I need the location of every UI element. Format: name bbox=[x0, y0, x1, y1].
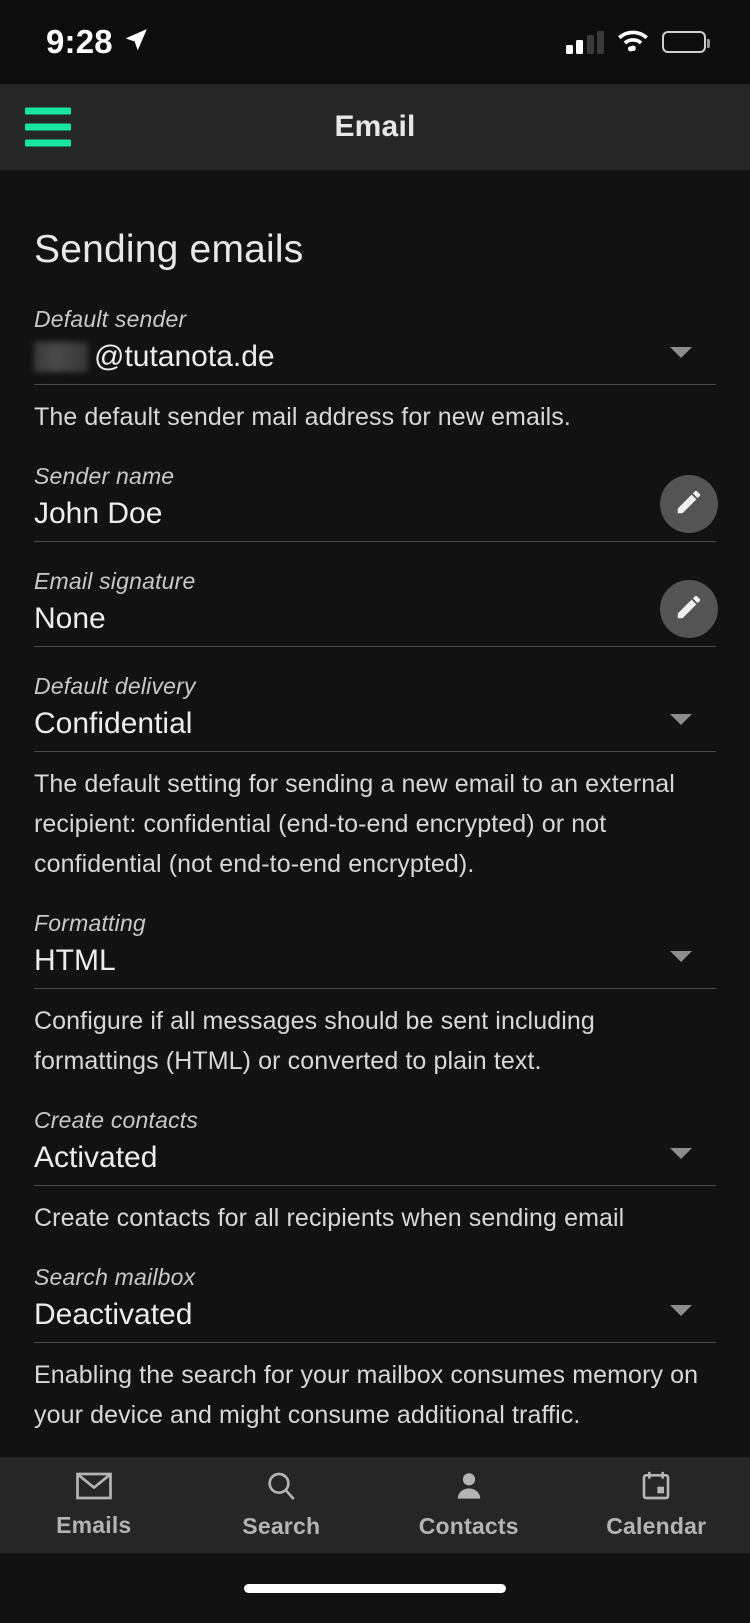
tab-emails[interactable]: Emails bbox=[0, 1457, 188, 1553]
field-value: @tutanota.de bbox=[34, 334, 275, 380]
home-indicator[interactable] bbox=[244, 1583, 506, 1593]
field-label: Create contacts bbox=[34, 1107, 199, 1133]
field-default-delivery: Default delivery Confidential The defaul… bbox=[34, 673, 716, 884]
battery-icon bbox=[662, 31, 710, 53]
field-helper-text: The default setting for sending a new em… bbox=[34, 770, 675, 878]
status-bar: 9:28 bbox=[0, 0, 750, 84]
home-indicator-area bbox=[0, 1553, 750, 1623]
redacted-email-local-part bbox=[34, 342, 88, 372]
field-label: Default delivery bbox=[34, 673, 196, 699]
tab-label: Calendar bbox=[606, 1513, 707, 1539]
tab-calendar[interactable]: Calendar bbox=[563, 1457, 750, 1553]
location-arrow-icon bbox=[123, 27, 149, 58]
field-sender-name: Sender name John Doe bbox=[34, 463, 718, 542]
chevron-down-icon[interactable] bbox=[670, 951, 692, 962]
chevron-down-icon[interactable] bbox=[670, 1305, 692, 1316]
tab-search[interactable]: Search bbox=[188, 1457, 376, 1553]
field-default-sender: Default sender @tutanota.de The default … bbox=[34, 306, 716, 437]
field-create-contacts: Create contacts Activated Create contact… bbox=[34, 1107, 716, 1238]
page-title-header: Email bbox=[334, 110, 416, 143]
pencil-icon bbox=[674, 487, 704, 522]
status-bar-clock: 9:28 bbox=[46, 23, 113, 60]
chevron-down-icon[interactable] bbox=[670, 347, 692, 358]
bottom-tab-bar: Emails Search Contacts Calendar bbox=[0, 1457, 750, 1553]
field-helper-text: Configure if all messages should be sent… bbox=[34, 1007, 595, 1075]
field-label: Email signature bbox=[34, 568, 196, 594]
field-value: Deactivated bbox=[34, 1298, 193, 1331]
field-value: Confidential bbox=[34, 707, 193, 740]
person-icon bbox=[453, 1470, 485, 1507]
pencil-icon bbox=[674, 592, 704, 627]
field-value: HTML bbox=[34, 944, 116, 977]
tab-contacts[interactable]: Contacts bbox=[375, 1457, 563, 1553]
field-helper-text: Enabling the search for your mailbox con… bbox=[34, 1361, 699, 1429]
tab-label: Contacts bbox=[418, 1513, 519, 1539]
field-value: Activated bbox=[34, 1141, 158, 1174]
default-sender-select[interactable]: @tutanota.de bbox=[34, 333, 716, 385]
create-contacts-select[interactable]: Activated bbox=[34, 1134, 716, 1186]
field-value: John Doe bbox=[34, 497, 163, 530]
default-delivery-select[interactable]: Confidential bbox=[34, 700, 716, 752]
edit-sender-name-button[interactable] bbox=[660, 475, 718, 533]
field-formatting: Formatting HTML Configure if all message… bbox=[34, 910, 716, 1081]
calendar-icon bbox=[640, 1470, 672, 1507]
field-label: Default sender bbox=[34, 306, 187, 332]
email-signature-row[interactable]: None bbox=[34, 580, 718, 647]
cellular-signal-icon bbox=[565, 30, 604, 54]
edit-email-signature-button[interactable] bbox=[660, 580, 718, 638]
status-bar-left: 9:28 bbox=[46, 23, 149, 61]
chevron-down-icon[interactable] bbox=[670, 1148, 692, 1159]
wifi-icon bbox=[617, 28, 649, 57]
field-label: Search mailbox bbox=[34, 1264, 196, 1290]
field-email-signature: Email signature None bbox=[34, 568, 718, 647]
field-value: None bbox=[34, 602, 106, 635]
sender-name-row[interactable]: John Doe bbox=[34, 475, 718, 542]
settings-content: Sending emails Default sender @tutanota.… bbox=[0, 170, 750, 1457]
section-title: Sending emails bbox=[34, 228, 304, 271]
field-helper-text: Create contacts for all recipients when … bbox=[34, 1204, 625, 1232]
search-icon bbox=[264, 1470, 298, 1507]
hamburger-menu-icon[interactable] bbox=[25, 107, 71, 147]
chevron-down-icon[interactable] bbox=[670, 714, 692, 725]
formatting-select[interactable]: HTML bbox=[34, 937, 716, 989]
tab-label: Emails bbox=[56, 1512, 132, 1538]
search-mailbox-select[interactable]: Deactivated bbox=[34, 1291, 716, 1343]
field-search-mailbox: Search mailbox Deactivated Enabling the … bbox=[34, 1264, 716, 1435]
field-label: Formatting bbox=[34, 910, 146, 936]
field-label: Sender name bbox=[34, 463, 175, 489]
tab-label: Search bbox=[242, 1513, 321, 1539]
field-helper-text: The default sender mail address for new … bbox=[34, 403, 571, 431]
nav-bar: Email bbox=[0, 84, 750, 170]
phone-screen: 9:28 Email Sending emails Default sender… bbox=[0, 0, 750, 1623]
status-bar-right bbox=[565, 28, 710, 57]
envelope-icon bbox=[75, 1471, 112, 1506]
